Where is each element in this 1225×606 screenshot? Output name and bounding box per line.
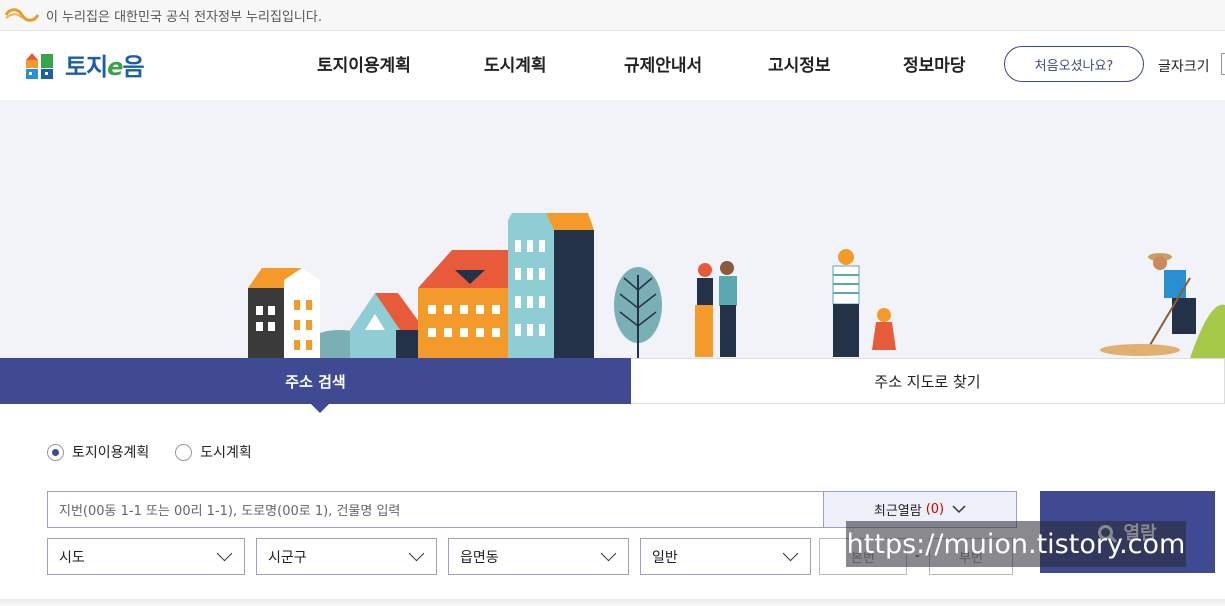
radio-land-use-plan[interactable]: 토지이용계획 (47, 442, 149, 462)
sido-select[interactable]: 시도 (47, 538, 245, 575)
radio-label: 토지이용계획 (72, 445, 150, 461)
chevron-down-icon (408, 545, 425, 562)
search-tabs: 주소 검색 주소 지도로 찾기 (0, 358, 1225, 404)
radio-urban-plan[interactable]: 도시계획 (175, 442, 252, 462)
site-logo[interactable]: 토지e음 (25, 47, 145, 82)
address-search-input[interactable]: 지번(00동 1-1 또는 00리 1-1), 도로명(00로 1), 건물명 … (47, 491, 824, 528)
chevron-down-icon (952, 505, 966, 514)
font-size-label: 글자크기 (1158, 59, 1210, 75)
nav-notice-info[interactable]: 고시정보 (768, 51, 831, 76)
radio-checked-icon (47, 443, 64, 461)
first-visit-button[interactable]: 처음오셨나요? (1004, 46, 1144, 82)
site-logo-icon (26, 52, 53, 79)
tab-map-search[interactable]: 주소 지도로 찾기 (631, 358, 1225, 404)
active-tab-indicator (311, 404, 329, 413)
nav-land-use-plan[interactable]: 토지이용계획 (317, 51, 411, 76)
radio-unchecked-icon (175, 443, 193, 461)
radio-label: 도시계획 (200, 445, 252, 461)
eupmyeondong-select[interactable]: 읍면동 (448, 538, 629, 575)
nav-urban-plan[interactable]: 도시계획 (484, 51, 547, 76)
eupmyeondong-select-value: 읍면동 (460, 549, 499, 566)
gov-banner: 이 누리집은 대한민국 공식 전자정부 누리집입니다. (0, 0, 1225, 31)
font-size-control[interactable] (1221, 53, 1225, 75)
sigungu-select-value: 시군구 (268, 549, 307, 566)
bottom-divider (0, 599, 1225, 606)
logo-text-a: 토지 (65, 53, 108, 81)
sigungu-select[interactable]: 시군구 (256, 538, 437, 575)
recent-view-count: (0) (925, 502, 945, 517)
hero-illustration (0, 100, 1225, 358)
logo-text-e: e (107, 53, 123, 81)
gov-banner-text: 이 누리집은 대한민국 공식 전자정부 누리집입니다. (46, 9, 322, 25)
town-illustration (248, 213, 1225, 358)
search-type-radios: 토지이용계획 도시계획 (47, 442, 278, 462)
egov-logo-icon (4, 8, 40, 22)
logo-text-b: 음 (122, 53, 144, 81)
header: 토지e음 토지이용계획 도시계획 규제안내서 고시정보 정보마당 처음오셨나요?… (0, 31, 1225, 100)
chevron-down-icon (782, 545, 799, 562)
recent-view-label: 최근열람 (873, 504, 922, 519)
sido-select-value: 시도 (59, 549, 85, 566)
land-type-select-value: 일반 (652, 549, 678, 566)
chevron-down-icon (600, 545, 617, 562)
land-type-select[interactable]: 일반 (640, 538, 811, 575)
nav-info-plaza[interactable]: 정보마당 (903, 51, 966, 76)
tab-address-search[interactable]: 주소 검색 (0, 358, 631, 404)
watermark: https://muion.tistory.com (846, 521, 1186, 567)
nav-regulation-guide[interactable]: 규제안내서 (624, 51, 702, 76)
chevron-down-icon (216, 545, 233, 562)
